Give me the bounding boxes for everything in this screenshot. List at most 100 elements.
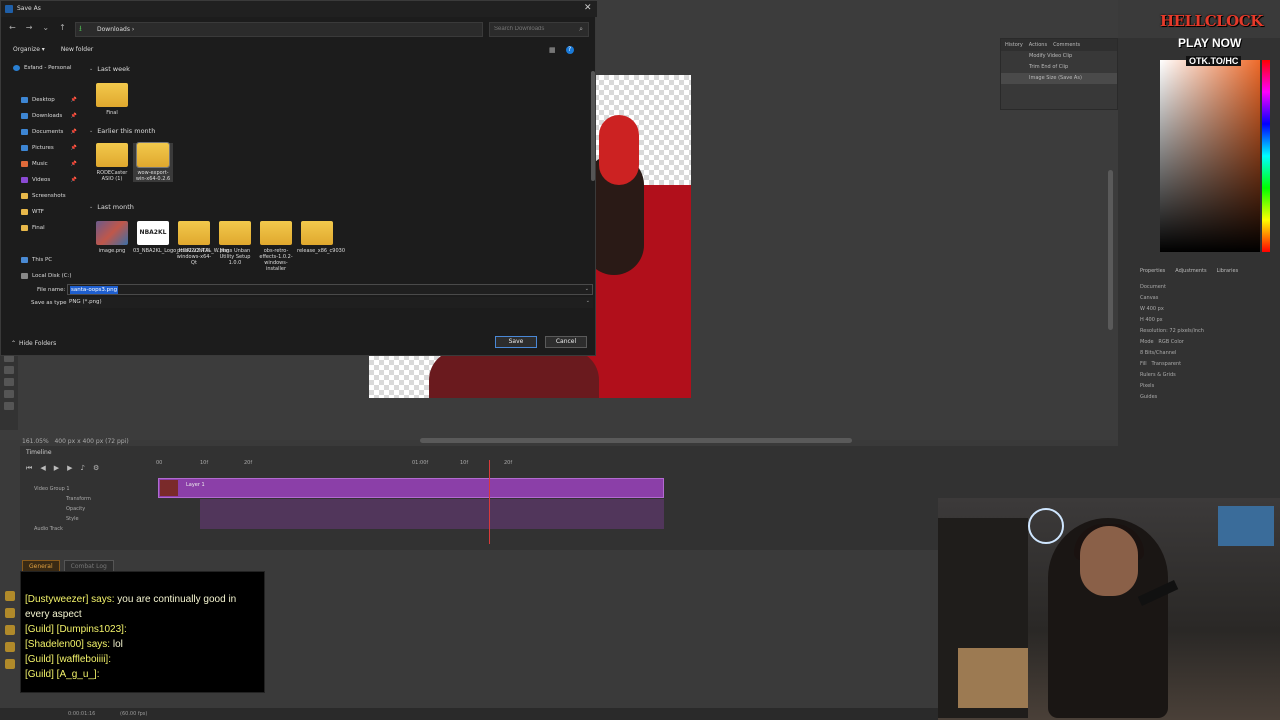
history-item[interactable]: Trim End of Clip: [1001, 62, 1117, 73]
color-picker-field[interactable]: [1160, 60, 1260, 252]
sidebar-item-desktop[interactable]: Desktop 📌: [5, 93, 83, 106]
video-group-label[interactable]: Video Group 1: [34, 486, 91, 496]
sidebar-item-this-pc[interactable]: This PC: [5, 253, 83, 266]
height-field[interactable]: H 400 px: [1140, 317, 1280, 328]
folder-item[interactable]: pcsx2-v2.4.0-windows-x64-Qt: [174, 221, 214, 266]
tab-actions[interactable]: Actions: [1029, 42, 1047, 48]
file-name: Mass Unban Utility Setup 1.0.0: [219, 248, 251, 266]
prop-style[interactable]: Style: [34, 516, 91, 526]
folder-icon: [301, 221, 333, 245]
tool-icon[interactable]: [4, 378, 14, 386]
width-field[interactable]: W 400 px: [1140, 306, 1280, 317]
sidebar-item-local-disk[interactable]: Local Disk (C:): [5, 269, 83, 282]
organize-menu[interactable]: Organize ▾: [13, 46, 45, 53]
chat-icon[interactable]: [5, 659, 15, 669]
folder-item[interactable]: Mass Unban Utility Setup 1.0.0: [215, 221, 255, 266]
chat-icon[interactable]: [5, 608, 15, 618]
chat-author: [Guild] [waffleboiiii]:: [25, 654, 111, 665]
search-icon: ⌕: [579, 25, 583, 33]
prev-frame-icon[interactable]: ◀: [40, 464, 45, 473]
chat-icon[interactable]: [5, 642, 15, 652]
units-select[interactable]: Pixels: [1140, 383, 1280, 394]
vertical-scrollbar[interactable]: [1108, 170, 1113, 330]
folder-item-selected[interactable]: wow-export-win-x64-0.2.6: [133, 142, 173, 182]
prop-transform[interactable]: Transform: [34, 496, 91, 506]
tab-libraries[interactable]: Libraries: [1217, 268, 1239, 274]
chat-icon[interactable]: [5, 625, 15, 635]
sidebar-item-final[interactable]: Final: [5, 221, 83, 234]
cancel-button[interactable]: Cancel: [545, 336, 587, 348]
forward-arrow-icon[interactable]: →: [26, 23, 33, 32]
history-item[interactable]: Modify Video Clip: [1001, 51, 1117, 62]
bit-depth-select[interactable]: 8 Bits/Channel: [1140, 350, 1280, 361]
history-item-active[interactable]: Image Size (Save As): [1001, 73, 1117, 84]
gear-icon[interactable]: ⚙: [93, 464, 99, 473]
audio-track-label[interactable]: Audio Track: [34, 526, 91, 536]
sidebar-item-documents[interactable]: Documents 📌: [5, 125, 83, 138]
search-box[interactable]: ⌕: [489, 22, 589, 37]
tab-properties[interactable]: Properties: [1140, 268, 1165, 274]
video-clip-track[interactable]: [158, 478, 664, 498]
playhead[interactable]: [489, 460, 490, 544]
save-button[interactable]: Save: [495, 336, 537, 348]
chat-icon[interactable]: [5, 591, 15, 601]
chevron-down-icon: ⌄: [89, 204, 94, 210]
save-as-type-select[interactable]: PNG (*.png) ⌄: [67, 297, 593, 308]
first-frame-icon[interactable]: ⏮: [26, 464, 32, 473]
folder-item[interactable]: Final: [92, 83, 132, 116]
chevron-down-icon[interactable]: ⌄: [586, 298, 590, 304]
group-header-earlier-this-month[interactable]: ⌄ Earlier this month: [89, 127, 155, 135]
group-header-last-month[interactable]: ⌄ Last month: [89, 203, 134, 211]
mode-row[interactable]: Mode RGB Color: [1140, 339, 1280, 350]
new-folder-button[interactable]: New folder: [61, 46, 93, 53]
play-icon[interactable]: ▶: [54, 464, 59, 473]
hue-slider[interactable]: [1262, 60, 1270, 252]
prop-opacity[interactable]: Opacity: [34, 506, 91, 516]
file-list-scrollbar[interactable]: [591, 71, 595, 181]
pin-icon: 📌: [70, 160, 77, 167]
folder-item[interactable]: release_x86_c9030: [297, 221, 345, 254]
file-item[interactable]: image.png: [92, 221, 132, 254]
tab-history[interactable]: History: [1005, 42, 1023, 48]
folder-item[interactable]: RODECaster ASIO (1): [92, 143, 132, 182]
chevron-down-icon[interactable]: ⌄: [42, 23, 49, 32]
fill-row[interactable]: Fill Transparent: [1140, 361, 1280, 372]
folder-item[interactable]: obs-retro-effects-1.0.2-windows-installe…: [256, 221, 296, 272]
horizontal-scrollbar[interactable]: [420, 438, 852, 443]
address-path[interactable]: Downloads ›: [97, 26, 134, 33]
tab-comments[interactable]: Comments: [1053, 42, 1080, 48]
timeline-ruler[interactable]: 00 10f 20f 01:00f 10f 20f: [156, 460, 666, 470]
sidebar-item-downloads[interactable]: Downloads 📌: [5, 109, 83, 122]
help-icon[interactable]: ?: [565, 46, 574, 54]
group-header-last-week[interactable]: ⌄ Last week: [89, 65, 130, 73]
documents-icon: [21, 128, 28, 135]
sidebar-item-pictures[interactable]: Pictures 📌: [5, 141, 83, 154]
tool-icon[interactable]: [4, 366, 14, 374]
back-arrow-icon[interactable]: ←: [9, 23, 16, 32]
view-options-icon[interactable]: ▦: [549, 46, 556, 54]
file-name-selection[interactable]: santa-oops3.png: [70, 286, 119, 294]
folder-icon: [21, 224, 28, 231]
close-icon[interactable]: ✕: [584, 3, 592, 13]
next-frame-icon[interactable]: ▶: [67, 464, 72, 473]
folder-icon: [96, 143, 128, 167]
tool-icon[interactable]: [4, 390, 14, 398]
path-segment[interactable]: Downloads: [97, 26, 130, 33]
file-item[interactable]: NBA2KL 03_NBA2KL_Logo_HORIZONTAL_W.png: [133, 221, 229, 254]
sidebar-item-music[interactable]: Music 📌: [5, 157, 83, 170]
sidebar-item-screenshots[interactable]: Screenshots: [5, 189, 83, 202]
volume-icon[interactable]: ♪: [80, 464, 84, 473]
folder-icon: [96, 83, 128, 107]
sidebar-item-label: Local Disk (C:): [32, 272, 72, 279]
up-arrow-icon[interactable]: ↑: [59, 23, 66, 32]
hide-folders-toggle[interactable]: ⌃ Hide Folders: [11, 340, 56, 347]
sidebar-item-onedrive[interactable]: Esfand - Personal: [5, 61, 83, 74]
file-name-field[interactable]: santa-oops3.png ⌄: [67, 284, 593, 295]
sidebar-item-wtf[interactable]: WTF: [5, 205, 83, 218]
address-bar[interactable]: [75, 22, 483, 37]
tab-adjustments[interactable]: Adjustments: [1175, 268, 1206, 274]
search-input[interactable]: [494, 26, 574, 32]
tool-icon[interactable]: [4, 402, 14, 410]
sidebar-item-videos[interactable]: Videos 📌: [5, 173, 83, 186]
chevron-down-icon[interactable]: ⌄: [585, 286, 589, 292]
